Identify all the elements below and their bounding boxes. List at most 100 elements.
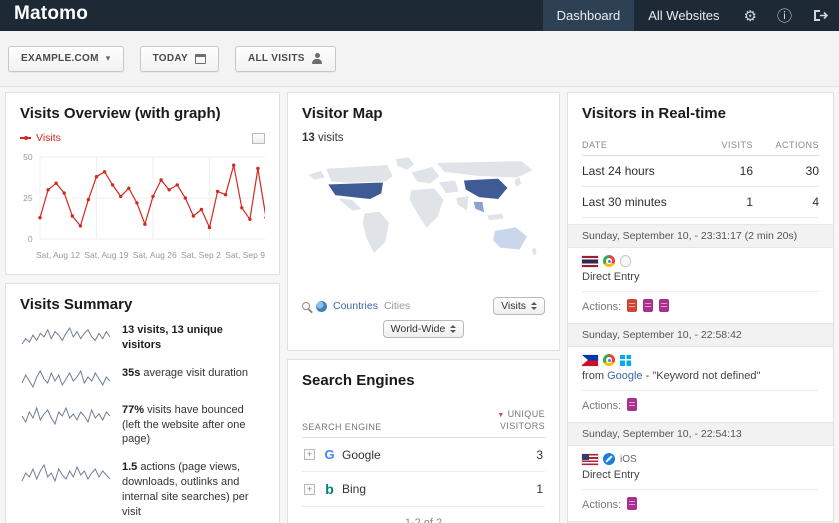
page-action-icon[interactable] <box>627 497 638 510</box>
visits-overview-widget: Visits Overview (with graph) Visits 50 2… <box>5 92 280 275</box>
chart-export-icon[interactable] <box>252 132 265 144</box>
page-action-icon[interactable] <box>627 398 638 411</box>
map-region-select[interactable]: World-Wide <box>382 320 465 338</box>
sparkline[interactable] <box>20 462 112 484</box>
map-footer: Countries Cities Visits <box>302 297 545 315</box>
widget-title: Visitor Map <box>302 105 383 122</box>
map-metric-select[interactable]: Visits <box>493 297 545 315</box>
action-page-icons <box>621 398 638 414</box>
engine-visitors: 3 <box>536 447 543 462</box>
table-row: Bing 1 <box>302 472 545 508</box>
sparkline[interactable] <box>20 325 112 347</box>
actions-label: Actions: <box>582 301 622 313</box>
col-date: DATE <box>582 140 608 150</box>
visit-icons: iOS <box>582 446 819 468</box>
summary-text: average visit duration <box>140 366 248 379</box>
column-right: Visitors in Real-time DATE VISITS ACTION… <box>567 92 834 523</box>
map-visits-count: 13 <box>302 132 315 144</box>
map-mode-countries[interactable]: Countries <box>333 300 378 312</box>
engine-name: Bing <box>342 482 367 497</box>
visits-line-chart[interactable] <box>36 150 265 246</box>
summary-row: 35s average visit duration <box>20 366 265 390</box>
segment-selector[interactable]: ALL VISITS <box>234 45 336 72</box>
signout-icon[interactable] <box>802 0 839 31</box>
sparkline[interactable] <box>20 368 112 390</box>
col-visits: VISITS <box>721 140 753 150</box>
summary-row: 13 visits, 13 unique visitors <box>20 323 265 353</box>
map-metric-value: Visits <box>501 300 526 312</box>
visit-actions: Actions: <box>582 291 819 323</box>
legend-metric[interactable]: Visits <box>36 132 61 144</box>
realtime-visits-feed: Sunday, September 10, - 23:31:17 (2 min … <box>568 224 833 523</box>
visits-chart-area: 50 25 0 <box>20 150 265 246</box>
period-label: Last 24 hours <box>582 164 655 178</box>
expand-plus-icon[interactable] <box>304 483 315 495</box>
summary-row: 77% visits have bounced (left the websit… <box>20 403 265 448</box>
visit-entry: Sunday, September 10, - 22:58:42 from Go… <box>568 323 833 422</box>
map-region-value: World-Wide <box>390 323 446 335</box>
visit-timestamp: Sunday, September 10, - 22:54:13 <box>568 422 833 446</box>
zoom-out-icon[interactable] <box>302 302 310 310</box>
settings-gear-icon[interactable]: ⚙ <box>734 0 767 31</box>
page-action-icon[interactable] <box>627 299 638 312</box>
google-logo-icon <box>322 447 337 462</box>
tab-dashboard[interactable]: Dashboard <box>542 0 635 31</box>
visit-referrer: Direct Entry <box>582 271 640 283</box>
visit-entry: Sunday, September 10, - 23:31:17 (2 min … <box>568 224 833 323</box>
ios-label-icon: iOS <box>620 453 637 465</box>
visit-entry: Sunday, September 10, - 22:54:13 iOS Dir… <box>568 422 833 521</box>
table-row: Google 3 <box>302 438 545 473</box>
realtime-table-header: DATE VISITS ACTIONS <box>582 132 819 156</box>
select-arrows-icon <box>531 302 537 310</box>
safari-icon <box>603 453 615 465</box>
windows-icon <box>620 354 631 366</box>
widget-title: Visits Overview (with graph) <box>20 105 221 122</box>
site-selector[interactable]: EXAMPLE.COM ▾ <box>8 45 124 72</box>
visit-icons <box>582 347 819 369</box>
select-arrows-icon <box>450 325 457 333</box>
date-selector[interactable]: TODAY <box>139 45 219 72</box>
sparkline[interactable] <box>20 405 112 427</box>
map-mode-cities[interactable]: Cities <box>384 300 410 312</box>
help-info-icon[interactable]: ⓘ <box>767 0 802 31</box>
page-action-icon[interactable] <box>643 299 654 312</box>
summary-value: 13 visits, 13 unique visitors <box>122 324 223 351</box>
app-logo[interactable]: Matomo <box>0 0 102 31</box>
visit-referrer: Direct Entry <box>582 469 640 481</box>
page-action-icon[interactable] <box>659 299 670 312</box>
visitor-map-widget: Visitor Map 13 visits Countries Cities V… <box>287 92 560 351</box>
y-axis-ticks: 50 25 0 <box>20 150 36 246</box>
map-footer-region: World-Wide <box>302 320 545 338</box>
summary-row: 1.5 actions (page views, downloads, outl… <box>20 460 265 519</box>
expand-plus-icon[interactable] <box>304 449 315 461</box>
site-selector-label: EXAMPLE.COM <box>21 53 99 64</box>
linux-icon <box>620 255 631 267</box>
widget-title: Search Engines <box>302 372 415 389</box>
table-row: Last 24 hours 16 30 <box>582 156 819 187</box>
topbar: Matomo Dashboard All Websites ⚙ ⓘ <box>0 0 839 31</box>
table-row: Last 30 minutes 1 4 <box>582 187 819 218</box>
visit-timestamp: Sunday, September 10, - 23:31:17 (2 min … <box>568 224 833 248</box>
date-selector-label: TODAY <box>152 53 188 64</box>
referrer-prefix: from <box>582 370 608 382</box>
tab-all-websites[interactable]: All Websites <box>634 0 733 31</box>
visit-icons <box>582 248 819 270</box>
col-unique-visitors[interactable]: ▼ UNIQUE VISITORS <box>473 409 545 432</box>
summary-value: 77% <box>122 403 145 416</box>
legend-marker-icon <box>20 135 31 140</box>
x-tick: Sat, Sep 9 <box>225 250 265 260</box>
col-search-engine[interactable]: SEARCH ENGINE <box>302 422 382 432</box>
pagination-label: 1-2 of 2 <box>302 507 545 523</box>
globe-icon <box>316 300 327 312</box>
engine-visitors: 1 <box>536 482 543 497</box>
referrer-link[interactable]: Google <box>607 370 642 382</box>
action-page-icons <box>621 497 638 513</box>
world-map[interactable] <box>302 148 545 286</box>
period-label: Last 30 minutes <box>582 195 667 209</box>
dashboard-grid: Visits Overview (with graph) Visits 50 2… <box>0 87 839 523</box>
engine-name: Google <box>342 447 381 462</box>
action-page-icons <box>621 299 670 315</box>
search-engines-widget: Search Engines SEARCH ENGINE ▼ UNIQUE VI… <box>287 359 560 523</box>
y-tick: 50 <box>23 152 33 162</box>
x-tick: Sat, Aug 12 <box>36 250 80 260</box>
